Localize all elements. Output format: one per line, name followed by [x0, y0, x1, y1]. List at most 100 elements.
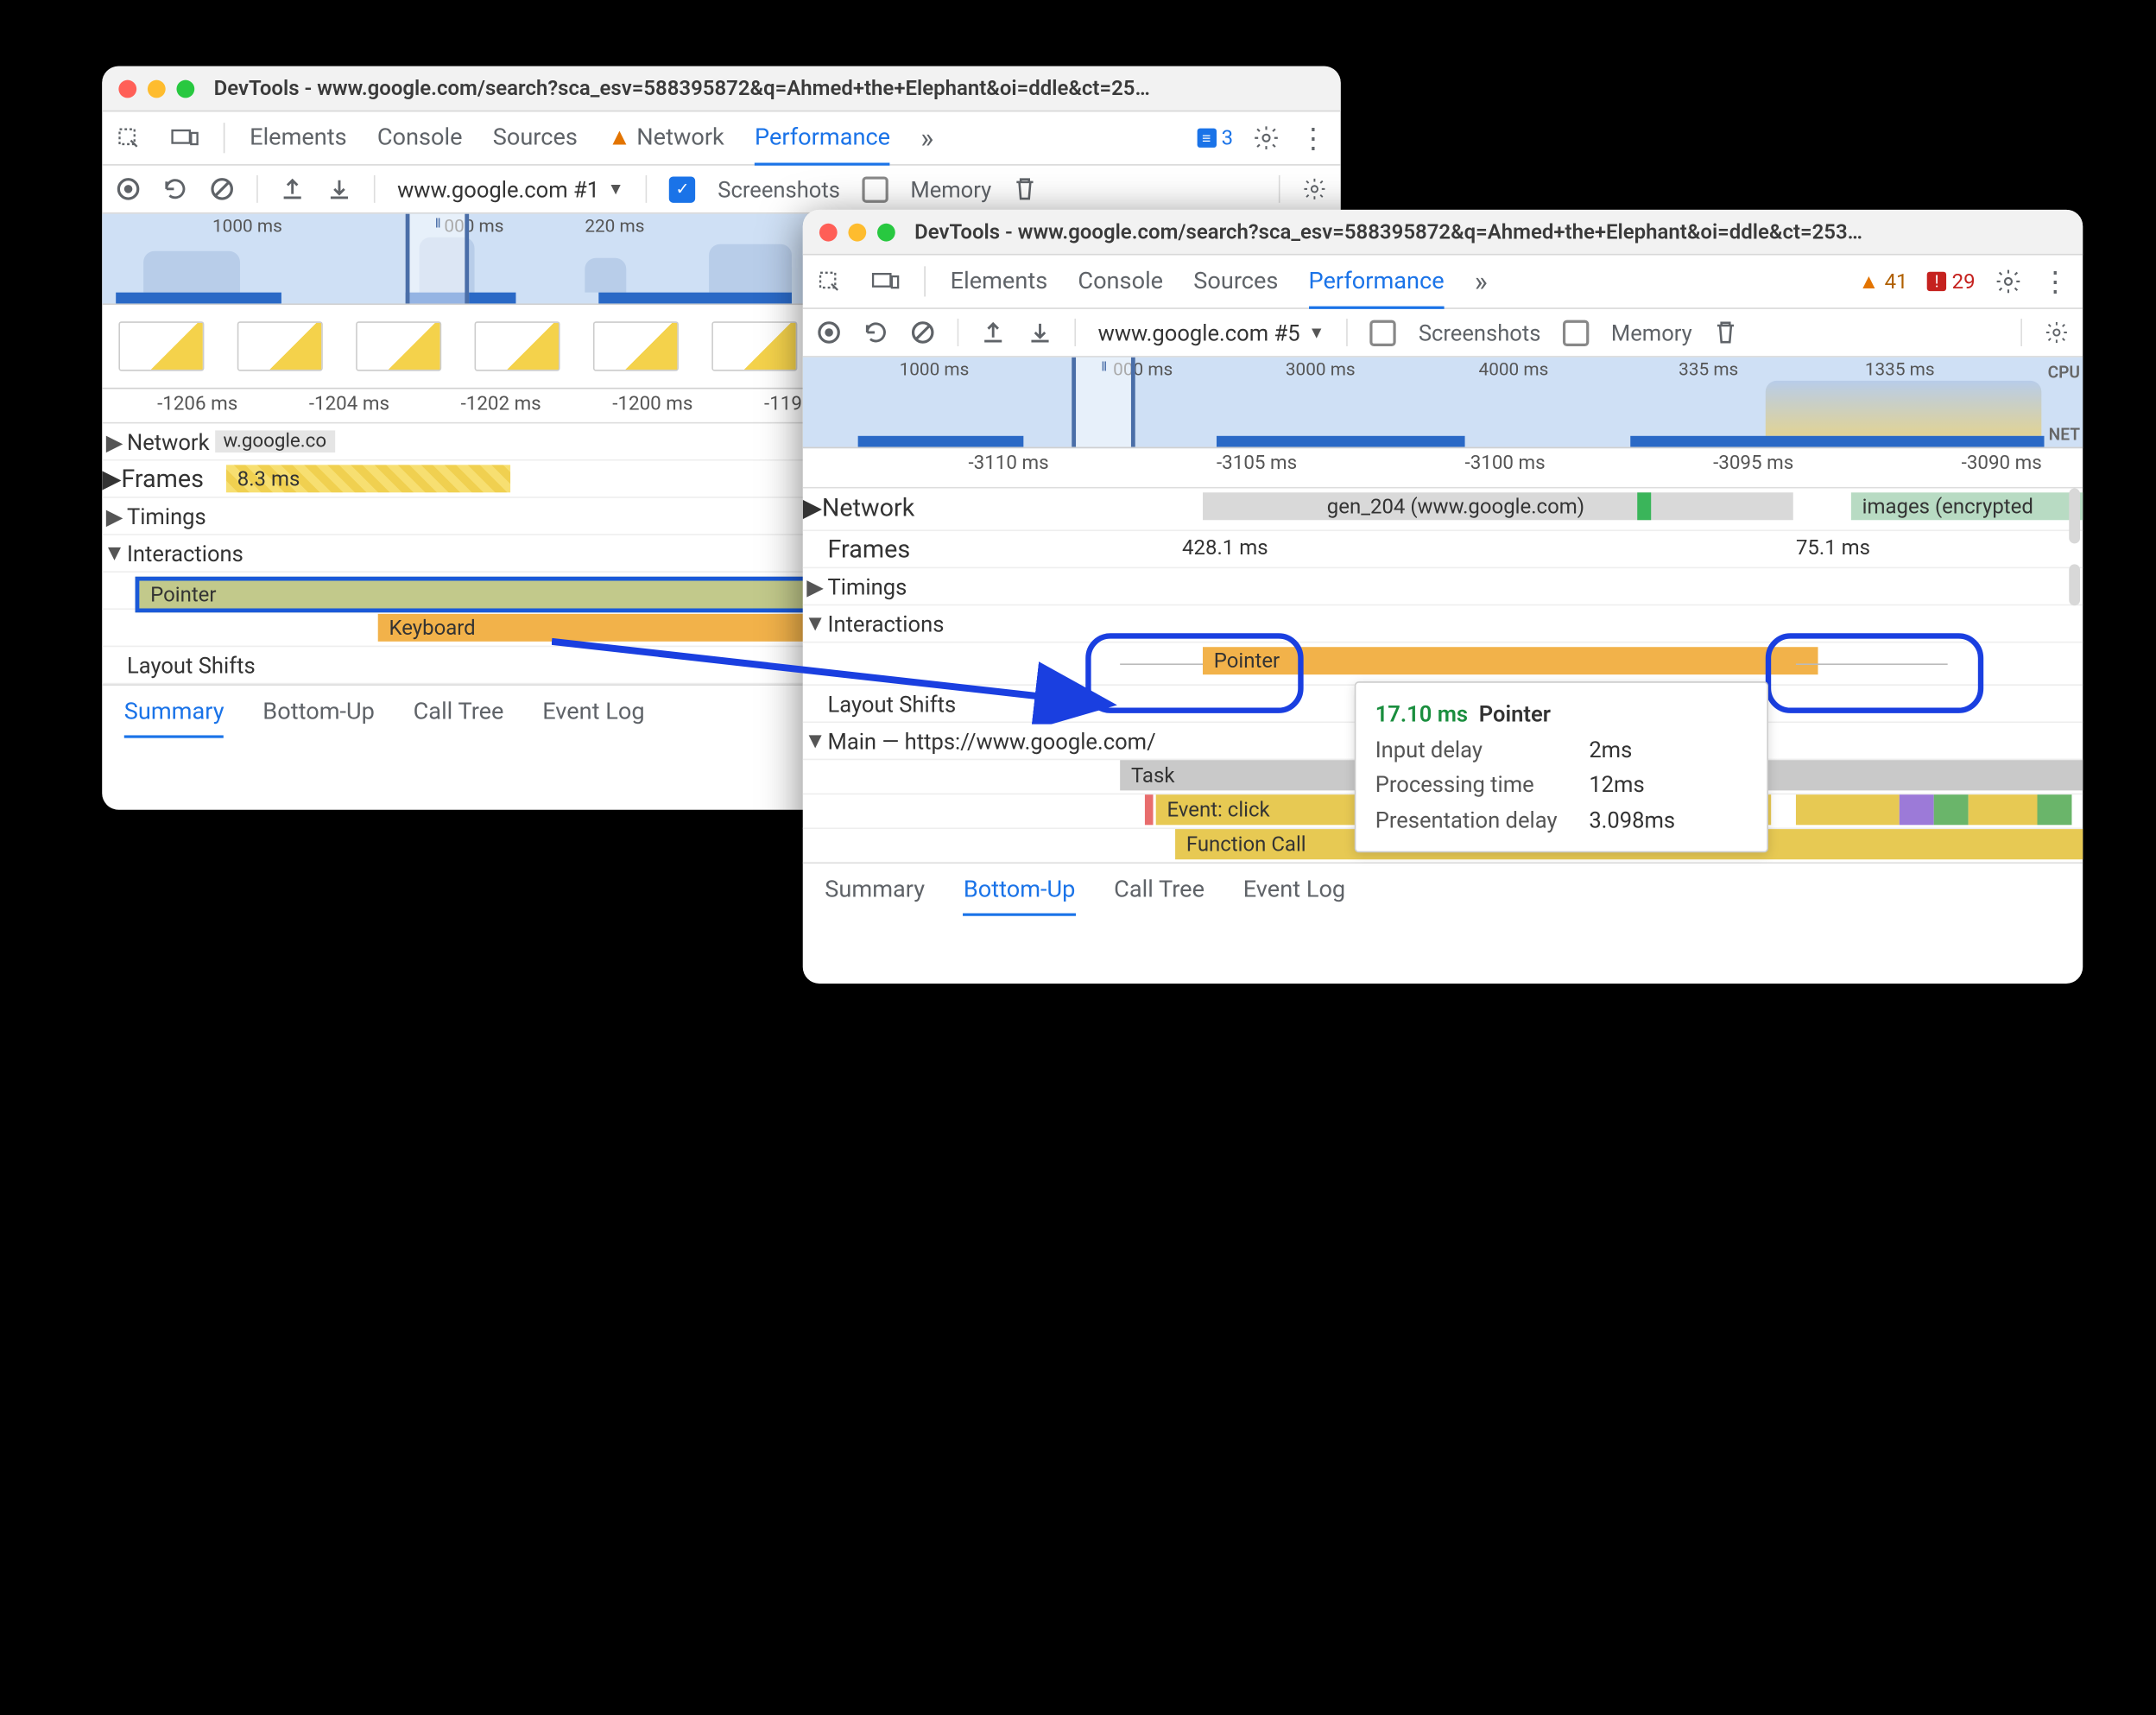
- tab-sources[interactable]: Sources: [1193, 256, 1278, 308]
- bottom-tab-bottom-up[interactable]: Bottom-Up: [964, 864, 1076, 916]
- download-icon[interactable]: [1027, 320, 1053, 345]
- screenshot-thumb[interactable]: [356, 321, 441, 371]
- kebab-icon[interactable]: ⋮: [1299, 122, 1327, 155]
- minimize-icon[interactable]: [148, 79, 166, 98]
- tab-console[interactable]: Console: [377, 111, 463, 164]
- interaction-keyboard-bar[interactable]: Keyboard: [378, 614, 814, 642]
- screenshots-checkbox[interactable]: ✓: [669, 176, 695, 202]
- tab-network[interactable]: ▲Network: [608, 111, 724, 164]
- track-interactions[interactable]: ▼Interactions: [803, 605, 2083, 642]
- tab-console[interactable]: Console: [1078, 256, 1163, 308]
- interaction-pointer-bar[interactable]: Pointer: [1203, 647, 1818, 674]
- reload-icon[interactable]: [163, 176, 188, 201]
- traffic-lights[interactable]: [819, 223, 895, 241]
- record-icon[interactable]: [116, 176, 141, 201]
- close-icon[interactable]: [118, 79, 136, 98]
- gear-icon[interactable]: [1995, 268, 2022, 295]
- screenshot-thumb[interactable]: [237, 321, 323, 371]
- trash-icon[interactable]: [1714, 320, 1736, 345]
- reload-icon[interactable]: [863, 320, 888, 345]
- window-title: DevTools - www.google.com/search?sca_esv…: [914, 219, 1862, 244]
- triangle-down-icon[interactable]: ▼: [803, 610, 828, 637]
- interaction-pointer-lane[interactable]: Pointer: [803, 642, 2083, 686]
- device-toggle-icon[interactable]: [171, 127, 199, 149]
- screenshot-thumb[interactable]: [711, 321, 797, 371]
- frame-bar[interactable]: 8.3 ms: [226, 465, 510, 492]
- bottom-tab-summary[interactable]: Summary: [825, 864, 925, 916]
- interaction-whisker: [1796, 663, 1948, 665]
- network-item[interactable]: gen_204 (www.google.com): [1203, 492, 1793, 520]
- trash-icon[interactable]: [1014, 176, 1036, 201]
- inspect-icon[interactable]: [817, 269, 842, 294]
- titlebar[interactable]: DevTools - www.google.com/search?sca_esv…: [102, 66, 1341, 112]
- triangle-down-icon[interactable]: ▼: [803, 727, 828, 755]
- tab-performance[interactable]: Performance: [1309, 256, 1445, 308]
- gear-icon[interactable]: [2044, 320, 2069, 345]
- track-network[interactable]: ▶Network gen_204 (www.google.com) images…: [803, 489, 2083, 532]
- warnings-badge[interactable]: ▲41: [1858, 269, 1907, 294]
- device-toggle-icon[interactable]: [872, 270, 900, 293]
- memory-checkbox[interactable]: [1563, 320, 1589, 345]
- track-timings[interactable]: ▶Timings: [803, 568, 2083, 605]
- bottom-tab-event-log[interactable]: Event Log: [1243, 864, 1345, 916]
- interaction-pointer-bar[interactable]: Pointer: [136, 577, 814, 613]
- recording-select[interactable]: www.google.com #1▼: [397, 176, 624, 202]
- tab-performance[interactable]: Performance: [755, 111, 890, 164]
- ruler-tick: -3090 ms: [1962, 452, 2042, 475]
- errors-badge[interactable]: !29: [1927, 269, 1976, 294]
- triangle-right-icon[interactable]: ▶: [803, 573, 828, 599]
- gear-icon[interactable]: [1302, 176, 1327, 201]
- clear-icon[interactable]: [210, 176, 235, 201]
- triangle-down-icon[interactable]: ▼: [102, 540, 127, 567]
- divider: [1074, 319, 1076, 346]
- tab-elements[interactable]: Elements: [951, 256, 1048, 308]
- screenshot-thumb[interactable]: [475, 321, 560, 371]
- bottom-tab-summary[interactable]: Summary: [124, 686, 224, 738]
- clear-icon[interactable]: [910, 320, 935, 345]
- triangle-right-icon[interactable]: ▶: [803, 494, 822, 523]
- scrollbar[interactable]: [2069, 489, 2080, 544]
- close-icon[interactable]: [819, 223, 838, 241]
- network-item[interactable]: w.google.co: [215, 430, 335, 452]
- recording-select[interactable]: www.google.com #5▼: [1098, 320, 1325, 345]
- more-tabs-icon[interactable]: »: [1475, 265, 1488, 298]
- time-ruler[interactable]: -3110 ms -3105 ms -3100 ms -3095 ms -309…: [803, 448, 2083, 488]
- viewport-handle[interactable]: [1072, 358, 1135, 447]
- bottom-tab-call-tree[interactable]: Call Tree: [1114, 864, 1204, 916]
- screenshots-label: Screenshots: [1419, 320, 1541, 345]
- overview-timeline[interactable]: 1000 ms 000 ms 3000 ms 4000 ms 335 ms 13…: [803, 358, 2083, 448]
- interaction-tooltip: 17.10 ms Pointer Input delay2ms Processi…: [1355, 681, 1768, 853]
- screenshot-thumb[interactable]: [593, 321, 679, 371]
- triangle-right-icon[interactable]: ▶: [102, 503, 127, 528]
- bottom-tab-bottom-up[interactable]: Bottom-Up: [262, 686, 375, 738]
- screenshots-checkbox[interactable]: [1370, 320, 1396, 345]
- tab-elements[interactable]: Elements: [250, 111, 347, 164]
- record-icon[interactable]: [817, 320, 842, 345]
- more-tabs-icon[interactable]: »: [920, 122, 933, 155]
- tab-sources[interactable]: Sources: [493, 111, 578, 164]
- download-icon[interactable]: [327, 176, 352, 201]
- screenshot-thumb[interactable]: [118, 321, 204, 371]
- traffic-lights[interactable]: [118, 79, 194, 98]
- kebab-icon[interactable]: ⋮: [2041, 265, 2069, 298]
- minimize-icon[interactable]: [848, 223, 866, 241]
- network-item[interactable]: images (encrypted: [1851, 492, 2083, 520]
- triangle-right-icon[interactable]: ▶: [102, 428, 127, 454]
- titlebar[interactable]: DevTools - www.google.com/search?sca_esv…: [803, 210, 2083, 256]
- gear-icon[interactable]: [1253, 124, 1280, 152]
- zoom-icon[interactable]: [176, 79, 194, 98]
- messages-badge[interactable]: ≡3: [1197, 125, 1233, 150]
- track-frames[interactable]: Frames 428.1 ms 75.1 ms: [803, 531, 2083, 568]
- bottom-tab-call-tree[interactable]: Call Tree: [414, 686, 504, 738]
- inspect-icon[interactable]: [116, 125, 141, 150]
- zoom-icon[interactable]: [877, 223, 895, 241]
- upload-icon[interactable]: [280, 176, 305, 201]
- overview-tick: 1335 ms: [1865, 360, 1935, 381]
- viewport-handle[interactable]: [406, 214, 469, 304]
- triangle-right-icon[interactable]: ▶: [102, 465, 121, 494]
- memory-checkbox[interactable]: [862, 176, 888, 202]
- perf-toolbar: www.google.com #1▼ ✓Screenshots Memory: [102, 166, 1341, 214]
- upload-icon[interactable]: [981, 320, 1006, 345]
- scrollbar[interactable]: [2069, 564, 2080, 605]
- bottom-tab-event-log[interactable]: Event Log: [542, 686, 644, 738]
